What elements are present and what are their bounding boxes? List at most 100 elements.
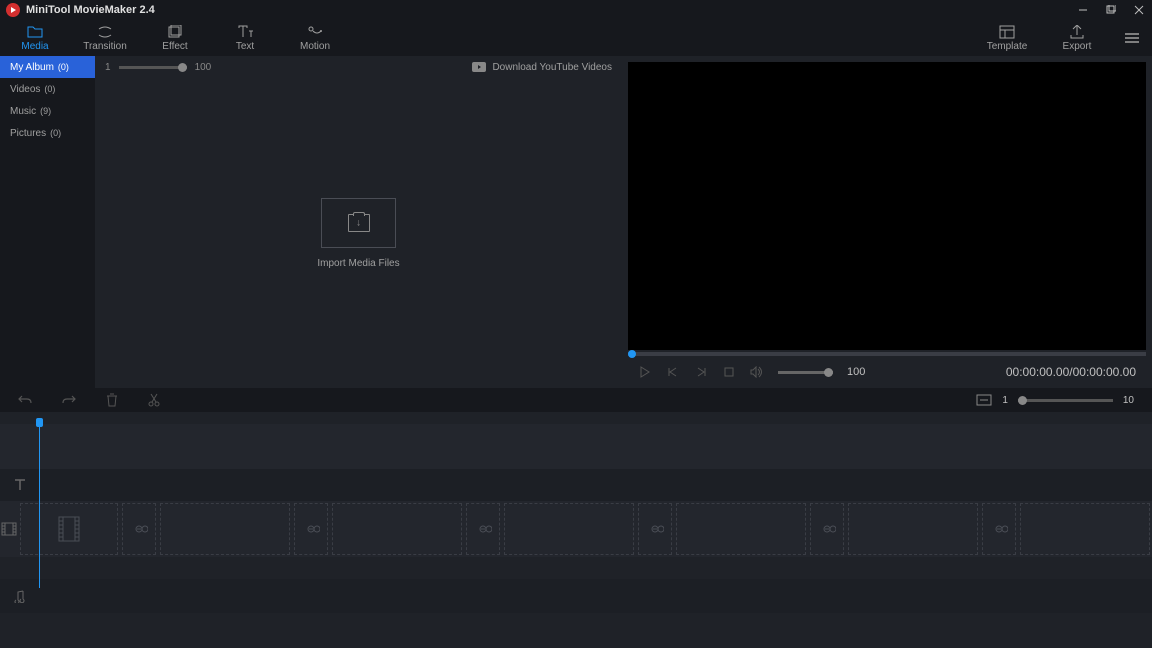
volume-value: 100	[847, 366, 865, 378]
prev-frame-button[interactable]	[666, 365, 680, 379]
video-clip-slot[interactable]	[676, 503, 806, 555]
split-button[interactable]	[148, 393, 160, 407]
template-button[interactable]: Template	[972, 20, 1042, 56]
transition-slot[interactable]	[810, 503, 844, 555]
effect-tab[interactable]: Effect	[140, 20, 210, 56]
export-button[interactable]: Export	[1042, 20, 1112, 56]
main-toolbar: Media Transition Effect Text Motion Temp…	[0, 20, 1152, 56]
sidebar-item-count: (0)	[50, 128, 61, 138]
timeline-zoom-min: 1	[1002, 395, 1008, 406]
download-label: Download YouTube Videos	[492, 62, 612, 73]
media-zoom-slider[interactable]	[119, 66, 187, 69]
download-youtube-button[interactable]: Download YouTube Videos	[472, 62, 612, 73]
video-clip-slot[interactable]	[160, 503, 290, 555]
link-icon	[646, 523, 664, 535]
transition-icon	[97, 25, 113, 39]
import-media-button[interactable]	[321, 198, 396, 248]
play-button[interactable]	[638, 365, 652, 379]
sidebar-item-videos[interactable]: Videos (0)	[0, 78, 95, 100]
playhead[interactable]	[39, 422, 40, 588]
sidebar-item-music[interactable]: Music (9)	[0, 100, 95, 122]
sidebar-item-label: Music	[10, 106, 36, 117]
text-icon	[237, 25, 253, 39]
motion-icon	[307, 25, 323, 39]
transition-tab[interactable]: Transition	[70, 20, 140, 56]
timeline-zoom-slider[interactable]	[1018, 399, 1113, 402]
menu-button[interactable]	[1112, 20, 1152, 56]
link-icon	[818, 523, 836, 535]
timeline-zoom-max: 10	[1123, 395, 1134, 406]
link-icon	[474, 523, 492, 535]
minimize-button[interactable]	[1076, 3, 1090, 17]
button-label: Export	[1063, 41, 1092, 52]
delete-button[interactable]	[106, 393, 118, 407]
audio-track[interactable]	[0, 579, 1152, 613]
text-track[interactable]	[0, 469, 1152, 501]
title-bar: MiniTool MovieMaker 2.4	[0, 0, 1152, 20]
sidebar-item-pictures[interactable]: Pictures (0)	[0, 122, 95, 144]
audio-track-icon	[0, 589, 40, 603]
transition-slot[interactable]	[294, 503, 328, 555]
volume-button[interactable]	[750, 365, 764, 379]
export-icon	[1069, 25, 1085, 39]
video-track[interactable]	[0, 501, 1152, 557]
preview-progress-slider[interactable]	[628, 352, 1146, 356]
app-logo-icon	[6, 3, 20, 17]
timeline-ruler[interactable]	[0, 412, 1152, 424]
next-frame-button[interactable]	[694, 365, 708, 379]
sidebar-item-myalbum[interactable]: My Album (0)	[0, 56, 95, 78]
video-clip-slot[interactable]	[504, 503, 634, 555]
youtube-icon	[472, 62, 486, 72]
folder-download-icon	[348, 214, 370, 232]
sidebar-item-label: My Album	[10, 62, 54, 73]
link-icon	[302, 523, 320, 535]
media-zoom-max: 100	[195, 62, 212, 73]
timecode: 00:00:00.00/00:00:00.00	[1006, 365, 1136, 379]
redo-button[interactable]	[62, 393, 76, 407]
sidebar-item-count: (9)	[40, 106, 51, 116]
maximize-button[interactable]	[1104, 3, 1118, 17]
transition-slot[interactable]	[466, 503, 500, 555]
motion-tab[interactable]: Motion	[280, 20, 350, 56]
tab-label: Media	[21, 41, 48, 52]
media-sidebar: My Album (0) Videos (0) Music (9) Pictur…	[0, 56, 95, 388]
stop-button[interactable]	[722, 365, 736, 379]
text-tab[interactable]: Text	[210, 20, 280, 56]
close-button[interactable]	[1132, 3, 1146, 17]
app-title: MiniTool MovieMaker 2.4	[26, 4, 155, 16]
timeline-toolbar: 1 10	[0, 388, 1152, 412]
transition-slot[interactable]	[982, 503, 1016, 555]
transition-slot[interactable]	[122, 503, 156, 555]
sidebar-item-label: Videos	[10, 84, 40, 95]
video-clip-slot[interactable]	[848, 503, 978, 555]
tab-label: Text	[236, 41, 254, 52]
button-label: Template	[987, 41, 1028, 52]
media-tab[interactable]: Media	[0, 20, 70, 56]
tab-label: Effect	[162, 41, 187, 52]
hamburger-icon	[1123, 29, 1141, 47]
video-track-icon	[0, 522, 18, 536]
text-track-icon	[0, 478, 40, 492]
link-icon	[990, 523, 1008, 535]
sidebar-item-count: (0)	[58, 62, 69, 72]
video-clip-slot[interactable]	[20, 503, 118, 555]
volume-slider[interactable]	[778, 371, 833, 374]
undo-button[interactable]	[18, 393, 32, 407]
timeline[interactable]	[0, 412, 1152, 648]
transition-slot[interactable]	[638, 503, 672, 555]
preview-screen	[628, 62, 1146, 350]
effect-icon	[167, 25, 183, 39]
template-icon	[999, 25, 1015, 39]
media-panel: 1 100 Download YouTube Videos Import Med…	[95, 56, 622, 388]
tab-label: Motion	[300, 41, 330, 52]
import-label: Import Media Files	[317, 258, 399, 269]
video-clip-slot[interactable]	[332, 503, 462, 555]
link-icon	[130, 523, 148, 535]
media-zoom-min: 1	[105, 62, 111, 73]
tab-label: Transition	[83, 41, 127, 52]
video-clip-slot[interactable]	[1020, 503, 1150, 555]
sidebar-item-label: Pictures	[10, 128, 46, 139]
filmstrip-icon	[58, 516, 80, 542]
sidebar-item-count: (0)	[44, 84, 55, 94]
fit-to-screen-button[interactable]	[976, 394, 992, 406]
